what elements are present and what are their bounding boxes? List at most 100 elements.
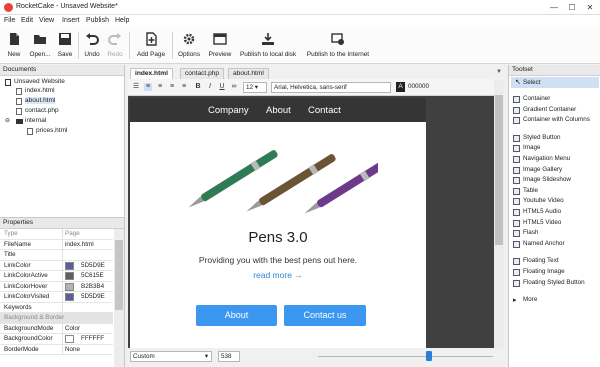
color-swatch[interactable] [65, 272, 74, 280]
menu-edit[interactable]: Edit [21, 17, 33, 24]
new-button[interactable]: New [3, 29, 25, 62]
redo-button[interactable]: Redo [105, 29, 125, 62]
property-row[interactable]: LinkColorActive 5C615E [0, 271, 113, 282]
bold-icon[interactable]: B [194, 83, 202, 91]
site-navigation-bar[interactable]: Company About Contact [130, 98, 426, 122]
property-row[interactable]: Keywords [0, 302, 113, 313]
collapse-icon[interactable]: ⊖ [5, 117, 10, 124]
align-center-icon[interactable]: ≡ [156, 83, 164, 91]
width-slider-handle[interactable] [426, 351, 432, 361]
menu-insert[interactable]: Insert [62, 17, 80, 24]
tab-list-chevron-icon[interactable]: ▼ [496, 69, 502, 75]
nav-link-about[interactable]: About [266, 105, 291, 116]
maximize-button[interactable]: ☐ [566, 2, 578, 13]
property-row[interactable]: LinkColor 5D5D9E [0, 260, 113, 271]
property-value[interactable]: 5D5D9E [81, 262, 105, 269]
property-row[interactable]: BorderMode None [0, 344, 113, 355]
tool-item-more[interactable]: More [523, 296, 537, 303]
nav-link-contact[interactable]: Contact [308, 105, 341, 116]
tool-item-table[interactable]: Table [523, 187, 538, 194]
underline-icon[interactable]: U [218, 83, 226, 91]
color-swatch[interactable] [65, 293, 74, 301]
property-value[interactable]: 5C615E [81, 272, 104, 279]
width-field[interactable]: 538 [218, 351, 240, 362]
property-value[interactable]: None [65, 346, 80, 353]
tree-item-internal[interactable]: internal [25, 117, 46, 124]
tool-select[interactable]: ↖ Select [511, 77, 599, 88]
publish-internet-button[interactable]: Publish to the Internet [302, 29, 374, 62]
tree-item-prices[interactable]: prices.html [36, 127, 67, 134]
tool-item-flash[interactable]: Flash [523, 229, 538, 236]
open-button[interactable]: Open... [27, 29, 53, 62]
color-swatch[interactable] [65, 261, 74, 270]
property-row[interactable]: Title [0, 250, 113, 261]
property-value[interactable]: index.html [65, 241, 94, 248]
property-value[interactable]: Color [65, 325, 80, 332]
property-row[interactable]: BackgroundMode Color [0, 323, 113, 334]
menu-publish[interactable]: Publish [86, 17, 109, 24]
tree-item-index[interactable]: index.html [25, 87, 55, 94]
save-button[interactable]: Save [55, 29, 75, 62]
preview-button[interactable]: Preview [205, 29, 235, 62]
font-size-select[interactable]: 12 ▾ [243, 82, 267, 93]
width-slider-track[interactable] [318, 356, 493, 357]
menu-file[interactable]: File [4, 17, 15, 24]
read-more-link[interactable]: read more → [130, 270, 426, 280]
nav-link-company[interactable]: Company [208, 105, 249, 116]
tool-item-image-gallery[interactable]: Image Gallery [523, 166, 562, 173]
justify-icon[interactable]: ≡ [180, 83, 188, 91]
property-value[interactable]: B2B3B4 [81, 283, 104, 290]
text-color-icon[interactable]: A [396, 82, 405, 92]
italic-icon[interactable]: I [206, 83, 214, 91]
property-row[interactable]: FileName index.html [0, 239, 113, 250]
tool-item-container[interactable]: Container [523, 95, 550, 102]
color-swatch[interactable] [65, 335, 74, 343]
paragraph-icon[interactable]: ☰ [132, 83, 140, 91]
font-family-select[interactable]: Arial, Helvetica, sans-serif [271, 82, 391, 93]
tab-index[interactable]: index.html [130, 68, 173, 79]
tool-item-image[interactable]: Image [523, 144, 541, 151]
page-heading[interactable]: Pens 3.0 [130, 229, 426, 246]
canvas-scrollbar-thumb[interactable] [495, 95, 503, 245]
minimize-button[interactable]: — [548, 2, 560, 13]
tool-item-floating-styled-button[interactable]: Floating Styled Button [523, 279, 585, 286]
tool-item-container-with-columns[interactable]: Container with Columns [523, 116, 590, 123]
about-button[interactable]: About [196, 305, 277, 326]
property-row[interactable]: LinkColorHover B2B3B4 [0, 281, 113, 292]
tool-item-styled-button[interactable]: Styled Button [523, 134, 560, 141]
web-page-canvas[interactable] [130, 98, 426, 348]
add-page-button[interactable]: Add Page [133, 29, 169, 62]
tool-item-gradient-container[interactable]: Gradient Container [523, 106, 576, 113]
property-section-header[interactable]: Background & Border [0, 313, 113, 324]
align-right-icon[interactable]: ≡ [168, 83, 176, 91]
close-button[interactable]: ✕ [584, 2, 596, 13]
tool-item-named-anchor[interactable]: Named Anchor [523, 240, 565, 247]
size-preset-select[interactable]: Custom ▾ [130, 351, 212, 362]
options-button[interactable]: Options [175, 29, 203, 62]
tool-item-image-slideshow[interactable]: Image Slideshow [523, 176, 571, 183]
tree-item-contact[interactable]: contact.php [25, 107, 59, 114]
tool-item-floating-image[interactable]: Floating Image [523, 268, 565, 275]
contact-us-button[interactable]: Contact us [284, 305, 366, 326]
tree-item-about[interactable]: about.html [25, 97, 56, 104]
link-icon[interactable]: ∞ [230, 83, 238, 91]
property-row[interactable]: BackgroundColor FFFFFF [0, 334, 113, 345]
color-swatch[interactable] [65, 282, 74, 291]
menu-view[interactable]: View [39, 17, 54, 24]
tab-about[interactable]: about.html [228, 68, 269, 79]
undo-button[interactable]: Undo [81, 29, 103, 62]
properties-scrollbar-thumb[interactable] [115, 240, 123, 310]
tree-root[interactable]: Unsaved Website [14, 78, 65, 85]
menu-help[interactable]: Help [115, 17, 129, 24]
property-value[interactable]: FFFFFF [81, 335, 104, 342]
tool-item-html5-audio[interactable]: HTML5 Audio [523, 208, 561, 215]
property-row[interactable]: LinkColorVisited 5D5D9E [0, 292, 113, 303]
pens-image[interactable] [182, 137, 378, 217]
tab-contact[interactable]: contact.php [180, 68, 225, 79]
page-subtitle[interactable]: Providing you with the best pens out her… [130, 255, 426, 265]
tool-item-navigation-menu[interactable]: Navigation Menu [523, 155, 570, 162]
align-left-icon[interactable]: ≡ [144, 83, 152, 91]
property-value[interactable]: 5D5D9E [81, 293, 105, 300]
tool-item-floating-text[interactable]: Floating Text [523, 257, 559, 264]
tool-item-youtube-video[interactable]: Youtube Video [523, 197, 564, 204]
